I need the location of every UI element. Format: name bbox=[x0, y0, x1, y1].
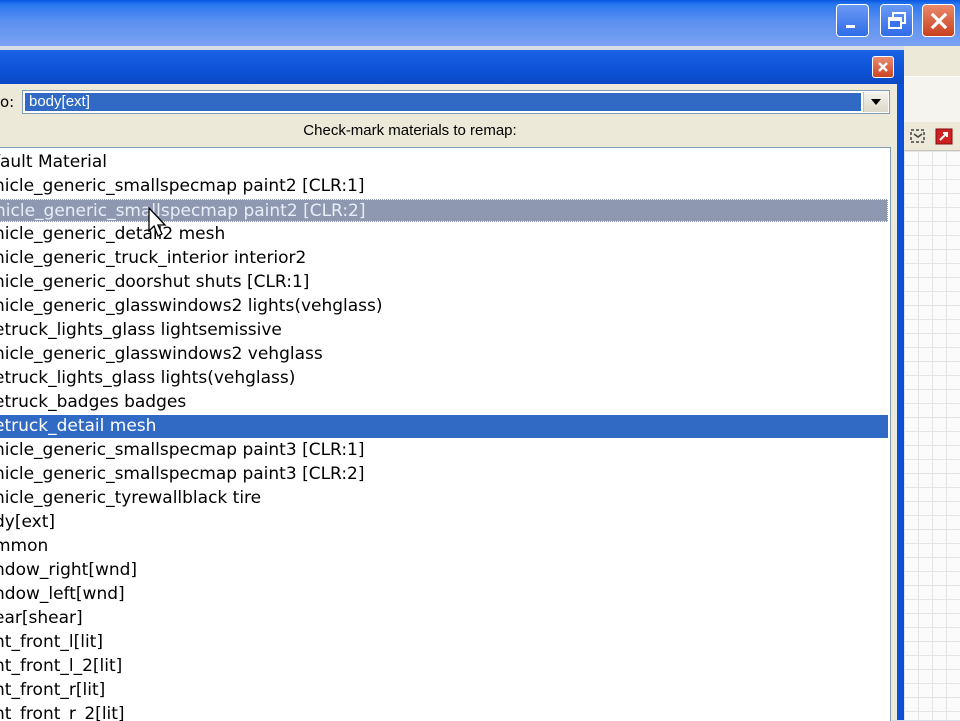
grid-canvas[interactable] bbox=[904, 151, 960, 720]
crop-tool-icon[interactable] bbox=[908, 126, 928, 146]
list-item[interactable]: hicle_generic_smallspecmap paint2 [CLR:1… bbox=[0, 175, 888, 198]
list-item[interactable]: nt_front_l_2[lit] bbox=[0, 655, 888, 678]
remap-target-dropdown[interactable]: body[ext] bbox=[22, 90, 890, 114]
list-item[interactable]: hicle_generic_smallspecmap paint3 [CLR:2… bbox=[0, 463, 888, 486]
list-item[interactable]: hicle_generic_truck_interior interior2 bbox=[0, 247, 888, 270]
close-icon bbox=[878, 62, 888, 72]
list-item[interactable]: mmon bbox=[0, 535, 888, 558]
dialog-close-button[interactable] bbox=[872, 56, 894, 78]
remap-materials-dialog: o: body[ext] Check-mark materials to rem… bbox=[0, 50, 904, 721]
dialog-title-bar[interactable] bbox=[0, 50, 904, 84]
instruction-text: Check-mark materials to remap: bbox=[303, 122, 517, 139]
list-item[interactable]: hicle_generic_smallspecmap paint3 [CLR:1… bbox=[0, 439, 888, 462]
list-item[interactable]: etruck_lights_glass lightsemissive bbox=[0, 319, 888, 342]
list-item[interactable]: hicle_generic_tyrewallblack tire bbox=[0, 487, 888, 510]
list-item[interactable]: ear[shear] bbox=[0, 607, 888, 630]
minimize-icon bbox=[845, 24, 855, 28]
list-item[interactable]: ndow_right[wnd] bbox=[0, 559, 888, 582]
list-item[interactable]: hicle_generic_detail2 mesh bbox=[0, 223, 888, 246]
main-window-title-bar bbox=[0, 0, 960, 46]
list-item[interactable]: etruck_detail mesh bbox=[0, 415, 888, 438]
minimize-button[interactable] bbox=[836, 4, 869, 37]
list-item[interactable]: hicle_generic_glasswindows2 vehglass bbox=[0, 343, 888, 366]
list-item[interactable]: etruck_lights_glass lights(vehglass) bbox=[0, 367, 888, 390]
list-item[interactable]: fault Material bbox=[0, 151, 888, 174]
list-item[interactable]: etruck_badges badges bbox=[0, 391, 888, 414]
red-arrow-tool-icon[interactable] bbox=[934, 126, 954, 146]
close-icon bbox=[930, 12, 947, 29]
materials-list[interactable]: fault Material hicle_generic_smallspecmap… bbox=[0, 147, 891, 721]
list-item[interactable]: dy[ext] bbox=[0, 511, 888, 534]
panel-tab[interactable] bbox=[904, 76, 960, 123]
restore-button[interactable] bbox=[880, 4, 913, 37]
dialog-body: o: body[ext] Check-mark materials to rem… bbox=[0, 84, 897, 721]
list-item[interactable]: nt_front_l[lit] bbox=[0, 631, 888, 654]
remap-to-label: o: bbox=[0, 93, 15, 111]
remap-target-value: body[ext] bbox=[25, 93, 861, 111]
background-editor-panel bbox=[904, 46, 960, 720]
close-window-button[interactable] bbox=[922, 4, 955, 37]
list-item[interactable]: ndow_left[wnd] bbox=[0, 583, 888, 606]
list-item[interactable]: hicle_generic_glasswindows2 lights(vehgl… bbox=[0, 295, 888, 318]
list-item[interactable]: hicle_generic_doorshut shuts [CLR:1] bbox=[0, 271, 888, 294]
dropdown-arrow-icon bbox=[871, 99, 881, 105]
dropdown-button[interactable] bbox=[863, 92, 888, 112]
list-item[interactable]: nt_front_r_2[lit] bbox=[0, 703, 888, 721]
restore-icon bbox=[887, 11, 906, 29]
list-item[interactable]: nt_front_r[lit] bbox=[0, 679, 888, 702]
mouse-cursor-icon bbox=[148, 207, 167, 237]
list-item[interactable]: hicle_generic_smallspecmap paint2 [CLR:2… bbox=[0, 199, 888, 222]
